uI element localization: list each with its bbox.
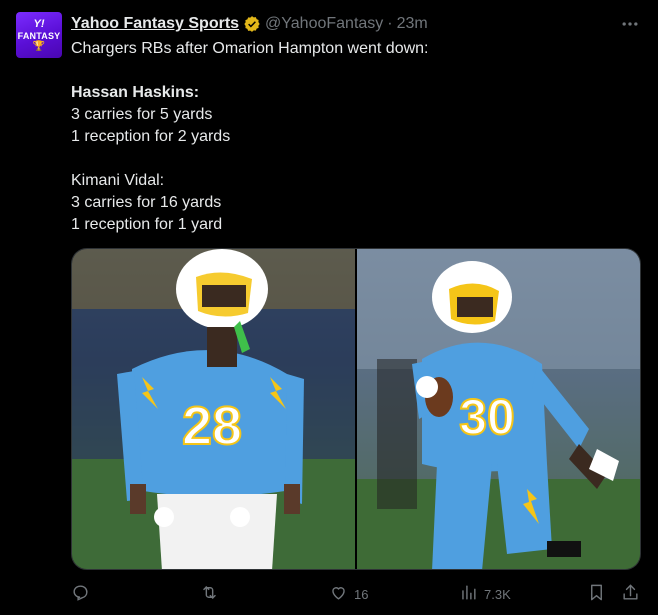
separator-dot: · bbox=[387, 15, 393, 32]
jersey-number-right: 30 bbox=[459, 389, 515, 445]
trophy-icon: 🏆 bbox=[32, 40, 46, 52]
photo-vidal[interactable]: 30 bbox=[357, 249, 640, 569]
tweet-line-intro: Chargers RBs after Omarion Hampton went … bbox=[71, 40, 429, 57]
avatar-logo: Y! bbox=[33, 17, 45, 30]
tweet-header: Yahoo Fantasy Sports @YahooFantasy · 23m bbox=[71, 13, 428, 35]
photo-haskins[interactable]: 28 bbox=[72, 249, 355, 569]
player-stat-line: 3 carries for 5 yards bbox=[71, 106, 213, 123]
bookmark-button[interactable] bbox=[587, 582, 606, 606]
media-grid: 28 30 bbox=[71, 248, 641, 570]
retweet-icon bbox=[200, 583, 219, 605]
handle[interactable]: @YahooFantasy bbox=[265, 15, 383, 33]
reply-button[interactable] bbox=[71, 582, 96, 606]
display-name[interactable]: Yahoo Fantasy Sports bbox=[71, 15, 239, 33]
tweet: Y! FANTASY 🏆 Yahoo Fantasy Sports @Yahoo… bbox=[0, 0, 658, 615]
views-button[interactable]: 7.3K bbox=[459, 582, 511, 606]
player-stat-line: 3 carries for 16 yards bbox=[71, 194, 222, 211]
player-name-haskins: Hassan Haskins: bbox=[71, 84, 200, 101]
player-name-vidal: Kimani Vidal: bbox=[71, 172, 165, 189]
retweet-button[interactable] bbox=[200, 582, 225, 606]
jersey-number-left: 28 bbox=[182, 396, 242, 456]
player-stat-line: 1 reception for 2 yards bbox=[71, 128, 231, 145]
player-stat-line: 1 reception for 1 yard bbox=[71, 216, 223, 233]
reply-icon bbox=[71, 583, 90, 605]
share-button[interactable] bbox=[621, 582, 640, 606]
tweet-text: Chargers RBs after Omarion Hampton went … bbox=[71, 38, 631, 236]
avatar-text: FANTASY bbox=[17, 30, 61, 41]
like-button[interactable]: 16 bbox=[329, 582, 368, 606]
heart-icon bbox=[329, 583, 348, 605]
like-count: 16 bbox=[354, 586, 369, 602]
verified-badge-icon[interactable] bbox=[243, 15, 261, 33]
bookmark-icon bbox=[587, 583, 606, 605]
avatar[interactable]: Y! FANTASY 🏆 bbox=[16, 12, 62, 58]
tweet-actions: 16 7.3K bbox=[71, 582, 642, 606]
timestamp[interactable]: 23m bbox=[397, 15, 428, 33]
more-options-icon[interactable] bbox=[618, 14, 642, 34]
views-count: 7.3K bbox=[484, 586, 511, 602]
views-icon bbox=[459, 583, 478, 605]
share-icon bbox=[621, 583, 640, 605]
